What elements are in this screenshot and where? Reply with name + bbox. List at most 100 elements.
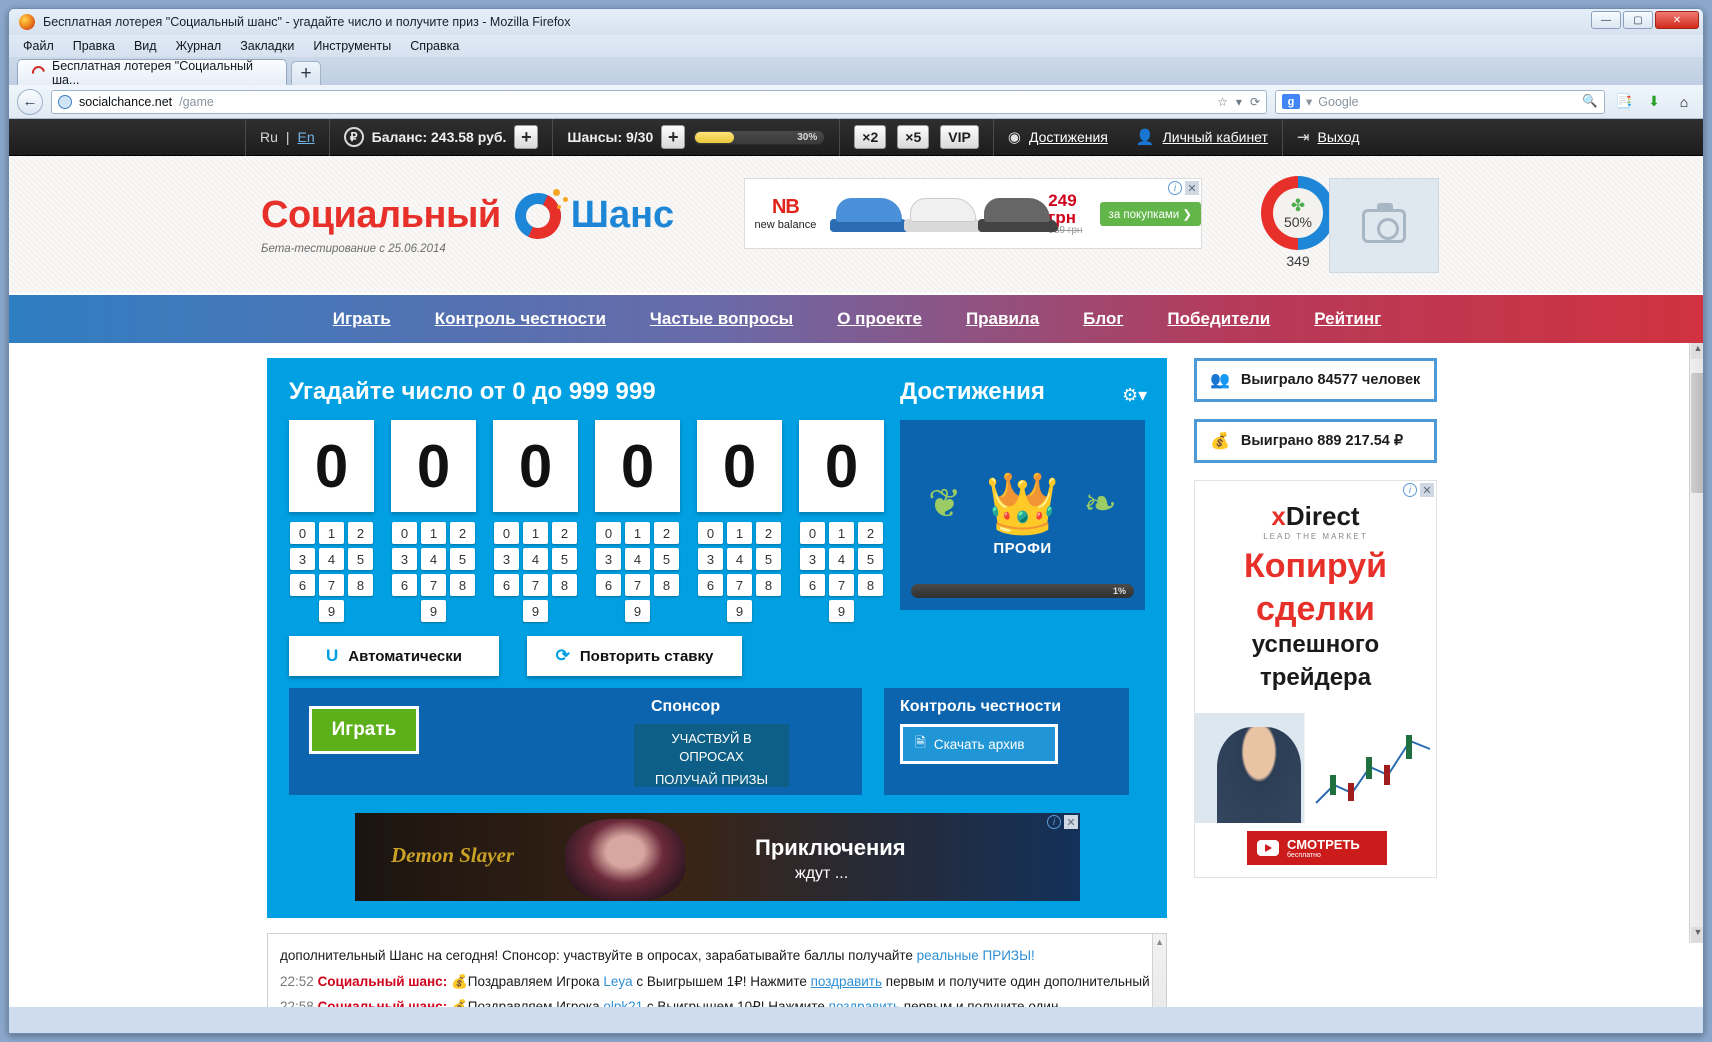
back-button[interactable]: ← (17, 88, 43, 115)
ad-cta-button[interactable]: за покупками ❯ (1099, 201, 1201, 226)
site-logo[interactable]: Социальный Шанс Бета-тестирование с 25.0… (261, 186, 674, 255)
key-0[interactable]: 0 (290, 522, 315, 544)
key-9[interactable]: 9 (727, 600, 752, 622)
game-advertisement[interactable]: Demon Slayer Приключения ждут ... i ✕ (355, 813, 1080, 901)
chat-scrollbar[interactable]: ▲ (1152, 934, 1166, 1007)
key-3[interactable]: 3 (698, 548, 723, 570)
home-icon[interactable]: ⌂ (1673, 91, 1695, 113)
repeat-bet-button[interactable]: ⟳ Повторить ставку (527, 636, 742, 676)
chevron-down-icon[interactable]: ▾ (1306, 94, 1312, 109)
key-7[interactable]: 7 (523, 574, 548, 596)
key-1[interactable]: 1 (625, 522, 650, 544)
key-1[interactable]: 1 (319, 522, 344, 544)
key-8[interactable]: 8 (756, 574, 781, 596)
menu-item-help[interactable]: Справка (410, 39, 459, 53)
logout-link-block[interactable]: ⇥ Выход (1283, 119, 1373, 156)
account-link[interactable]: Личный кабинет (1163, 129, 1268, 145)
chat-nickname[interactable]: olpk21 (603, 999, 643, 1007)
key-5[interactable]: 5 (654, 548, 679, 570)
key-7[interactable]: 7 (319, 574, 344, 596)
search-input[interactable]: Google (1318, 95, 1358, 109)
nav-item-about[interactable]: О проекте (837, 309, 922, 329)
ad-info-icon[interactable]: i (1168, 181, 1182, 195)
new-tab-button[interactable]: + (291, 61, 321, 85)
ad-close-icon[interactable]: ✕ (1064, 815, 1078, 829)
logout-link[interactable]: Выход (1317, 129, 1359, 145)
key-2[interactable]: 2 (654, 522, 679, 544)
ad-close-icon[interactable]: ✕ (1420, 483, 1434, 497)
header-advertisement[interactable]: NB new balance 249 грн 589 грн за покупк… (744, 178, 1202, 249)
achievements-link-block[interactable]: ◉ Достижения (994, 119, 1122, 156)
key-4[interactable]: 4 (829, 548, 854, 570)
key-8[interactable]: 8 (858, 574, 883, 596)
key-4[interactable]: 4 (319, 548, 344, 570)
key-9[interactable]: 9 (625, 600, 650, 622)
menu-item-bookmarks[interactable]: Закладки (240, 39, 294, 53)
key-0[interactable]: 0 (800, 522, 825, 544)
downloads-icon[interactable]: ⬇ (1643, 91, 1665, 113)
key-0[interactable]: 0 (596, 522, 621, 544)
chat-congrats-link[interactable]: поздравить (829, 999, 900, 1007)
key-0[interactable]: 0 (494, 522, 519, 544)
maximize-button[interactable]: ▢ (1623, 11, 1653, 29)
nav-item-rating[interactable]: Рейтинг (1314, 309, 1381, 329)
key-7[interactable]: 7 (625, 574, 650, 596)
key-0[interactable]: 0 (698, 522, 723, 544)
key-8[interactable]: 8 (450, 574, 475, 596)
key-8[interactable]: 8 (348, 574, 373, 596)
minimize-button[interactable]: — (1591, 11, 1621, 29)
digit-display[interactable]: 0 (391, 420, 476, 512)
chevron-down-icon[interactable]: ▾ (1236, 95, 1242, 109)
page-scrollbar-thumb[interactable] (1691, 373, 1703, 493)
add-chances-button[interactable]: + (661, 125, 686, 149)
vip-button[interactable]: VIP (940, 125, 979, 149)
menu-item-history[interactable]: Журнал (176, 39, 222, 53)
key-6[interactable]: 6 (596, 574, 621, 596)
search-icon[interactable]: 🔍 (1582, 94, 1598, 109)
nav-item-play[interactable]: Играть (333, 309, 391, 329)
gear-icon[interactable]: ⚙▾ (1122, 385, 1147, 406)
account-link-block[interactable]: 👤 Личный кабинет (1122, 119, 1282, 156)
menu-item-view[interactable]: Вид (134, 39, 157, 53)
digit-display[interactable]: 0 (799, 420, 884, 512)
menu-item-edit[interactable]: Правка (73, 39, 115, 53)
key-7[interactable]: 7 (829, 574, 854, 596)
key-1[interactable]: 1 (829, 522, 854, 544)
key-3[interactable]: 3 (800, 548, 825, 570)
key-4[interactable]: 4 (727, 548, 752, 570)
key-2[interactable]: 2 (348, 522, 373, 544)
digit-display[interactable]: 0 (595, 420, 680, 512)
key-9[interactable]: 9 (829, 600, 854, 622)
key-0[interactable]: 0 (392, 522, 417, 544)
key-2[interactable]: 2 (756, 522, 781, 544)
digit-display[interactable]: 0 (493, 420, 578, 512)
chat-nickname[interactable]: Leya (603, 974, 632, 989)
url-bar[interactable]: socialchance.net /game ☆ ▾ ⟳ (51, 89, 1267, 114)
tab-active[interactable]: Бесплатная лотерея "Социальный ша... (17, 59, 287, 87)
key-6[interactable]: 6 (800, 574, 825, 596)
key-6[interactable]: 6 (494, 574, 519, 596)
multiplier-x5-button[interactable]: ×5 (897, 125, 930, 149)
ad-close-icon[interactable]: ✕ (1185, 181, 1199, 195)
lang-en[interactable]: En (298, 129, 315, 145)
digit-display[interactable]: 0 (697, 420, 782, 512)
sponsor-ad[interactable]: УЧАСТВУЙ В ОПРОСАХ ПОЛУЧАЙ ПРИЗЫ (634, 724, 789, 787)
digit-display[interactable]: 0 (289, 420, 374, 512)
scroll-up-button[interactable]: ▲ (1691, 343, 1703, 359)
scroll-down-button[interactable]: ▼ (1691, 927, 1703, 943)
key-2[interactable]: 2 (450, 522, 475, 544)
menu-item-tools[interactable]: Инструменты (313, 39, 391, 53)
nav-item-blog[interactable]: Блог (1083, 309, 1123, 329)
download-archive-button[interactable]: 🗎 Скачать архив (900, 724, 1058, 764)
menu-item-file[interactable]: Файл (23, 39, 54, 53)
key-9[interactable]: 9 (319, 600, 344, 622)
key-4[interactable]: 4 (625, 548, 650, 570)
avatar-placeholder[interactable] (1329, 178, 1439, 273)
key-2[interactable]: 2 (552, 522, 577, 544)
reload-icon[interactable]: ⟳ (1250, 95, 1260, 109)
key-4[interactable]: 4 (523, 548, 548, 570)
key-6[interactable]: 6 (290, 574, 315, 596)
key-3[interactable]: 3 (596, 548, 621, 570)
play-button[interactable]: Играть (309, 706, 419, 754)
nav-item-rules[interactable]: Правила (966, 309, 1039, 329)
